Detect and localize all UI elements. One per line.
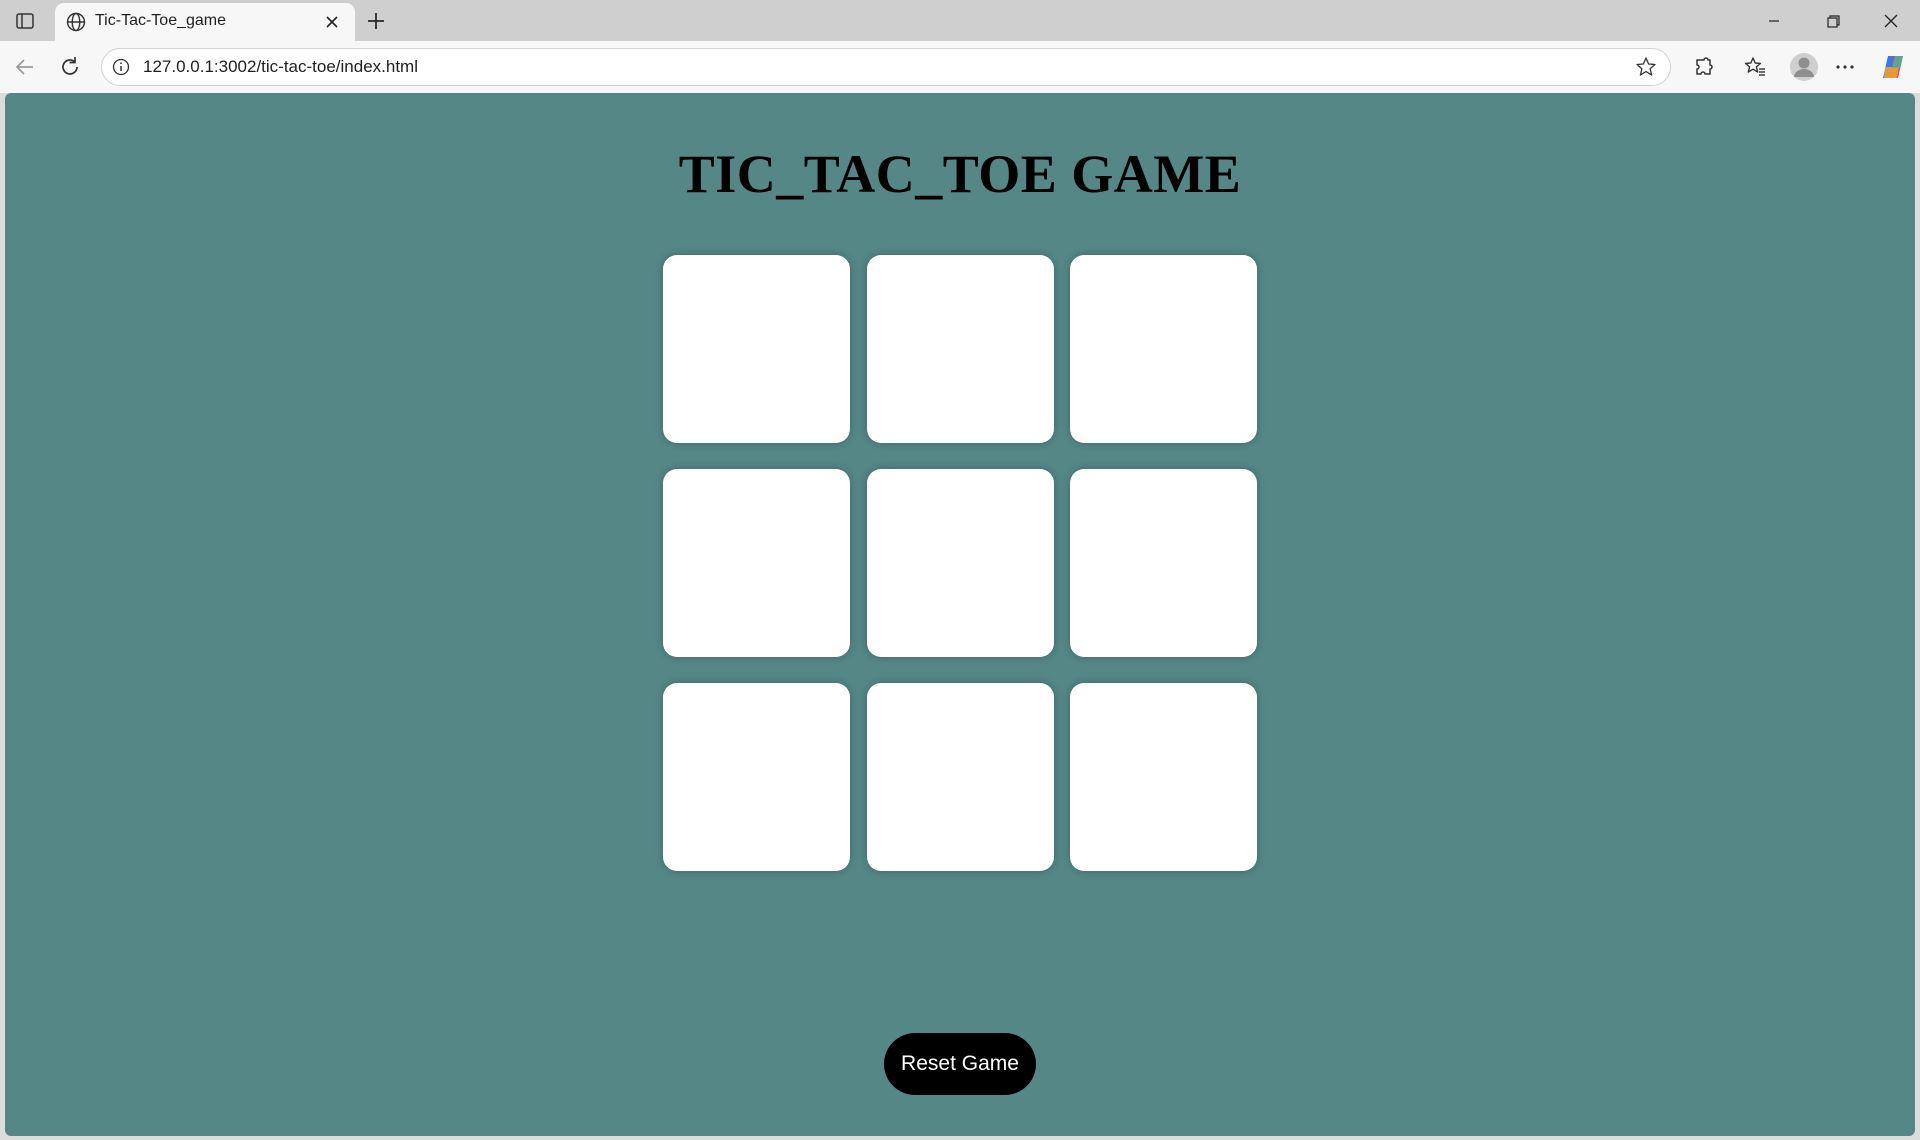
new-tab-icon[interactable] <box>363 8 389 34</box>
url-text[interactable]: 127.0.0.1:3002/tic-tac-toe/index.html <box>143 57 418 77</box>
info-icon[interactable] <box>111 57 131 77</box>
browser-tab[interactable]: Tic-Tac-Toe_game <box>55 3 355 41</box>
board-cell[interactable] <box>867 683 1054 871</box>
favorites-icon[interactable] <box>1742 54 1768 80</box>
board-cell[interactable] <box>663 469 850 657</box>
close-icon[interactable] <box>1878 8 1904 34</box>
browser-toolbar: 127.0.0.1:3002/tic-tac-toe/index.html <box>0 41 1920 93</box>
reset-game-button[interactable]: Reset Game <box>884 1033 1036 1095</box>
favorite-star-icon[interactable] <box>1634 55 1658 79</box>
board-cell[interactable] <box>867 255 1054 443</box>
tab-title: Tic-Tac-Toe_game <box>95 12 227 29</box>
address-bar[interactable]: 127.0.0.1:3002/tic-tac-toe/index.html <box>101 48 1671 86</box>
board-cell[interactable] <box>1070 255 1257 443</box>
refresh-icon[interactable] <box>57 54 83 80</box>
more-icon[interactable] <box>1832 54 1858 80</box>
board-cell[interactable] <box>1070 683 1257 871</box>
profile-icon[interactable] <box>1787 50 1821 84</box>
minimize-icon[interactable] <box>1761 8 1787 34</box>
tab-strip: Tic-Tac-Toe_game <box>0 0 1920 41</box>
back-icon[interactable] <box>12 54 38 80</box>
page-title: TIC_TAC_TOE GAME <box>678 144 1242 204</box>
board-cell[interactable] <box>663 255 850 443</box>
extensions-icon[interactable] <box>1691 54 1717 80</box>
globe-icon <box>64 10 88 34</box>
copilot-icon[interactable] <box>1879 52 1909 82</box>
game-board <box>663 255 1264 871</box>
board-cell[interactable] <box>663 683 850 871</box>
tab-close-icon[interactable] <box>322 12 342 32</box>
page-viewport: TIC_TAC_TOE GAME Reset Game <box>5 93 1915 1136</box>
restore-icon[interactable] <box>1820 8 1846 34</box>
board-cell[interactable] <box>1070 469 1257 657</box>
board-cell[interactable] <box>867 469 1054 657</box>
sidebar-toggle-icon[interactable] <box>12 8 38 34</box>
